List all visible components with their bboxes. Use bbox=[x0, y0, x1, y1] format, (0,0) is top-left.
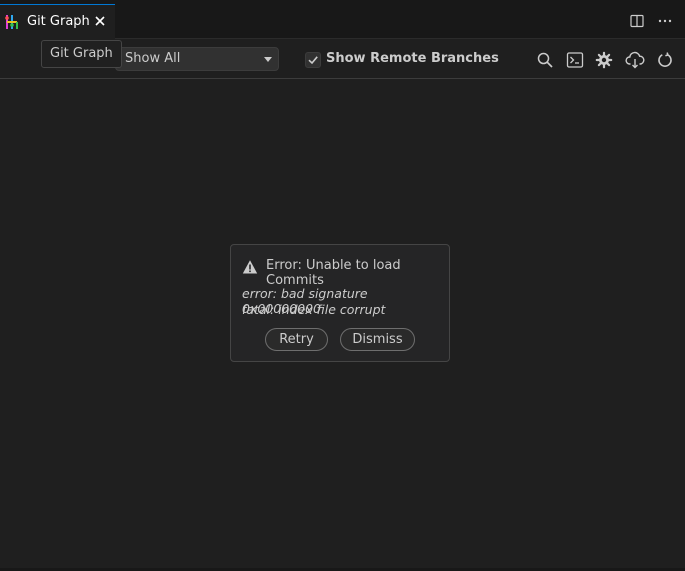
show-remote-branches-checkbox[interactable] bbox=[305, 52, 321, 68]
refresh-icon[interactable] bbox=[656, 51, 674, 69]
error-dialog: Error: Unable to load Commits error: bad… bbox=[230, 244, 450, 362]
dialog-title: Error: Unable to load Commits bbox=[266, 258, 401, 288]
terminal-icon[interactable] bbox=[566, 51, 584, 69]
tab-title: Git Graph bbox=[27, 14, 90, 29]
split-editor-icon[interactable] bbox=[629, 13, 645, 29]
chevron-down-icon bbox=[264, 57, 272, 62]
warning-icon bbox=[242, 259, 258, 275]
checkmark-icon bbox=[308, 56, 318, 65]
branches-select[interactable]: Show All bbox=[115, 47, 279, 71]
toolbar-tools bbox=[536, 51, 676, 69]
tab-git-graph[interactable]: Git Graph bbox=[0, 4, 115, 39]
dismiss-button[interactable]: Dismiss bbox=[340, 328, 415, 351]
close-icon[interactable] bbox=[92, 13, 108, 29]
git-graph-icon bbox=[4, 14, 20, 30]
search-icon[interactable] bbox=[536, 51, 554, 69]
show-remote-branches-label[interactable]: Show Remote Branches bbox=[326, 51, 499, 66]
tab-tooltip: Git Graph bbox=[41, 40, 122, 68]
editor-actions bbox=[629, 13, 673, 29]
branches-select-value: Show All bbox=[125, 51, 181, 66]
more-icon[interactable] bbox=[657, 13, 673, 29]
retry-button[interactable]: Retry bbox=[265, 328, 328, 351]
tab-bar: Git Graph bbox=[0, 4, 685, 39]
error-message-line: fatal: index file corrupt bbox=[242, 302, 386, 317]
cloud-download-icon[interactable] bbox=[625, 51, 645, 69]
gear-icon[interactable] bbox=[595, 51, 613, 69]
